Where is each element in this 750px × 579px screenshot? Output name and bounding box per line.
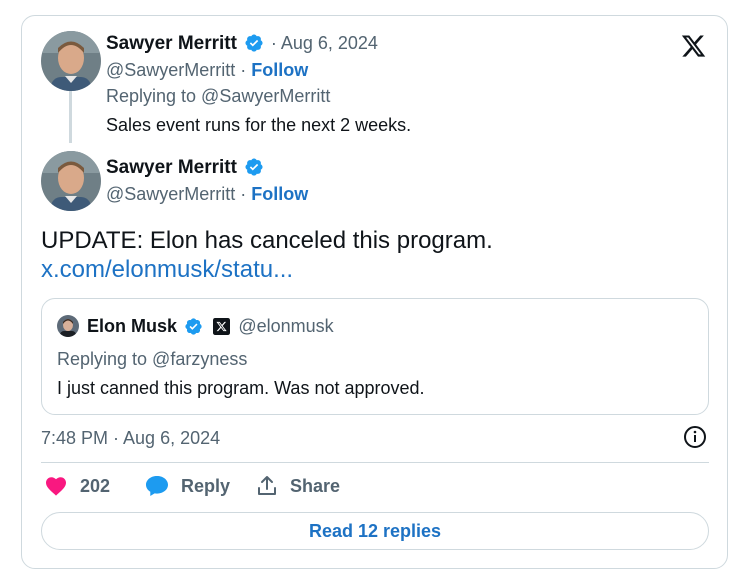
quoted-replying-to: Replying to @farzyness bbox=[57, 349, 248, 369]
replying-to-label[interactable]: Replying to @SawyerMerritt bbox=[106, 86, 330, 107]
heart-icon[interactable] bbox=[44, 474, 68, 498]
share-action[interactable]: Share bbox=[256, 474, 340, 498]
x-logo-icon[interactable] bbox=[680, 33, 707, 59]
read-replies-button[interactable]: Read 12 replies bbox=[41, 512, 709, 550]
tweet-timestamp[interactable]: 7:48 PM · Aug 6, 2024 bbox=[41, 428, 220, 449]
tweet-link[interactable]: x.com/elonmusk/statu... bbox=[41, 256, 293, 284]
quoted-tweet-text: I just canned this program. Was not appr… bbox=[57, 378, 425, 398]
parent-tweet-header: Sawyer Merritt · Aug 6, 2024 bbox=[106, 33, 378, 55]
thread-connector-line bbox=[69, 91, 72, 143]
tweet-date[interactable]: · Aug 6, 2024 bbox=[271, 33, 378, 53]
info-icon[interactable] bbox=[683, 425, 707, 449]
share-label: Share bbox=[290, 475, 341, 496]
reply-action[interactable]: Reply bbox=[144, 474, 230, 498]
like-count: 202 bbox=[80, 475, 111, 496]
like-action[interactable]: 202 bbox=[44, 474, 110, 498]
separator-dot: · bbox=[235, 60, 252, 80]
avatar-elon-musk bbox=[57, 315, 79, 337]
verified-badge-icon bbox=[245, 34, 263, 52]
reply-label: Reply bbox=[181, 475, 231, 496]
parent-handle-row: @SawyerMerritt · Follow bbox=[106, 60, 308, 81]
quoted-author-name: Elon Musk bbox=[87, 316, 178, 336]
x-affiliate-badge-icon bbox=[212, 317, 230, 335]
quoted-tweet-header: Elon Musk @elonmusk bbox=[87, 316, 334, 337]
author-name[interactable]: Sawyer Merritt bbox=[106, 33, 237, 54]
author-handle[interactable]: @SawyerMerritt bbox=[106, 184, 235, 204]
verified-badge-icon bbox=[185, 318, 203, 335]
author-name[interactable]: Sawyer Merritt bbox=[106, 157, 237, 178]
separator-dot: · bbox=[235, 184, 252, 204]
author-handle[interactable]: @SawyerMerritt bbox=[106, 60, 235, 80]
verified-badge-icon bbox=[245, 158, 263, 176]
share-icon[interactable] bbox=[256, 474, 278, 498]
quoted-author-handle: @elonmusk bbox=[238, 316, 334, 336]
main-handle-row: @SawyerMerritt · Follow bbox=[106, 184, 308, 205]
avatar-sawyer-merritt[interactable] bbox=[41, 151, 101, 211]
parent-tweet-text: Sales event runs for the next 2 weeks. bbox=[106, 115, 412, 135]
follow-button[interactable]: Follow bbox=[251, 60, 308, 80]
reply-bubble-icon[interactable] bbox=[144, 474, 170, 498]
divider bbox=[41, 462, 709, 463]
follow-button[interactable]: Follow bbox=[251, 184, 308, 204]
avatar-sawyer-merritt-parent[interactable] bbox=[41, 31, 101, 91]
main-tweet-text: UPDATE: Elon has canceled this program. bbox=[41, 227, 493, 254]
main-tweet-header: Sawyer Merritt bbox=[106, 157, 264, 179]
